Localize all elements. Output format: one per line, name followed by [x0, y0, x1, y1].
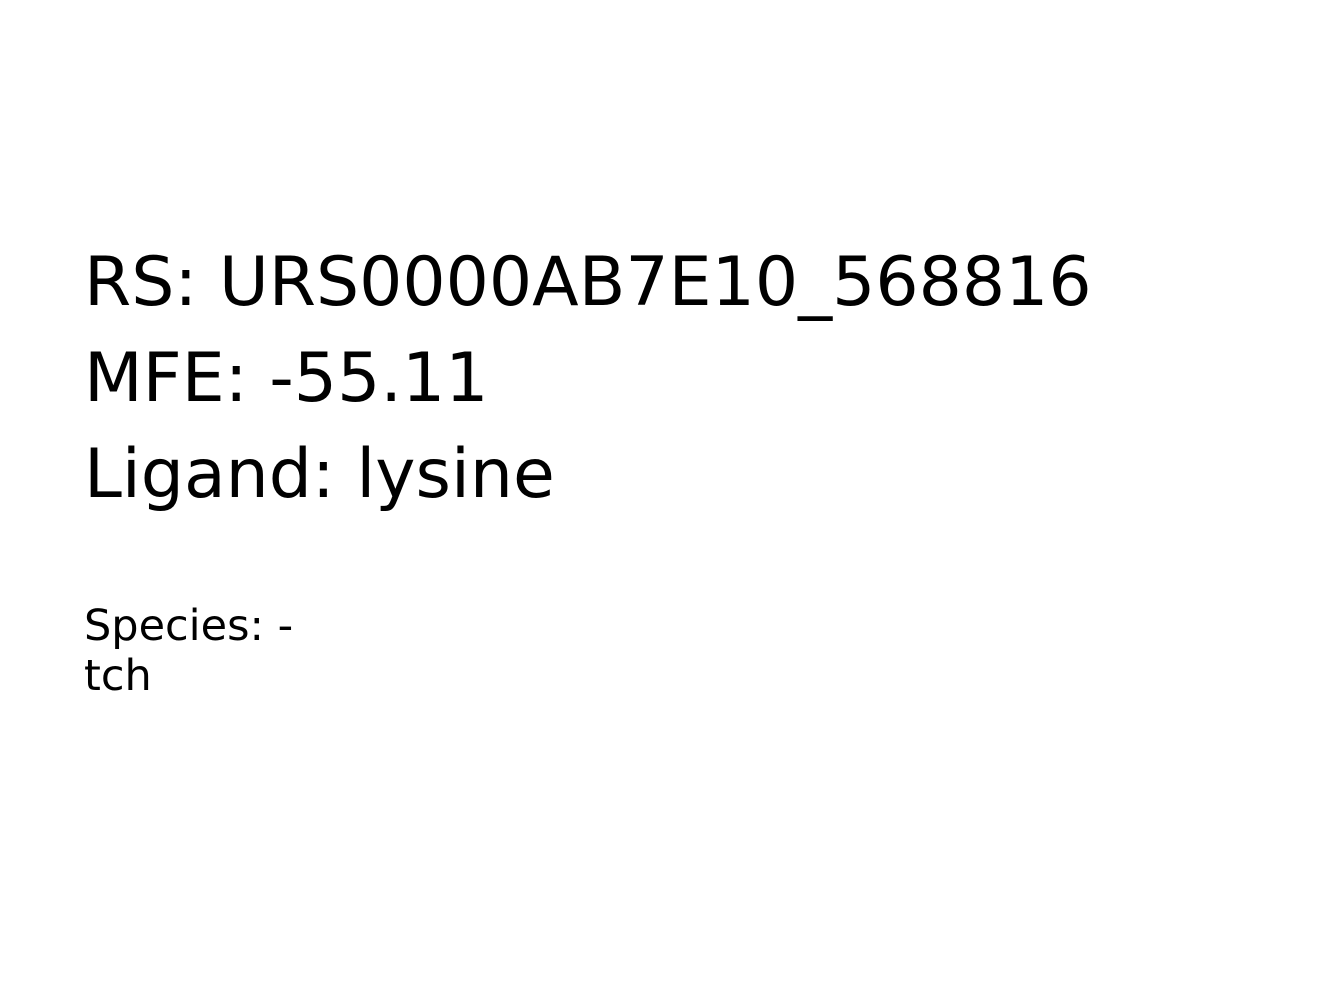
species-label: Species: -: [84, 601, 294, 651]
rs-identifier: RS: URS0000AB7E10_568816: [84, 243, 1092, 322]
mfe-value: MFE: -55.11: [84, 339, 489, 418]
ligand-value: Ligand: lysine: [84, 435, 555, 514]
species-continuation: tch: [84, 651, 152, 701]
